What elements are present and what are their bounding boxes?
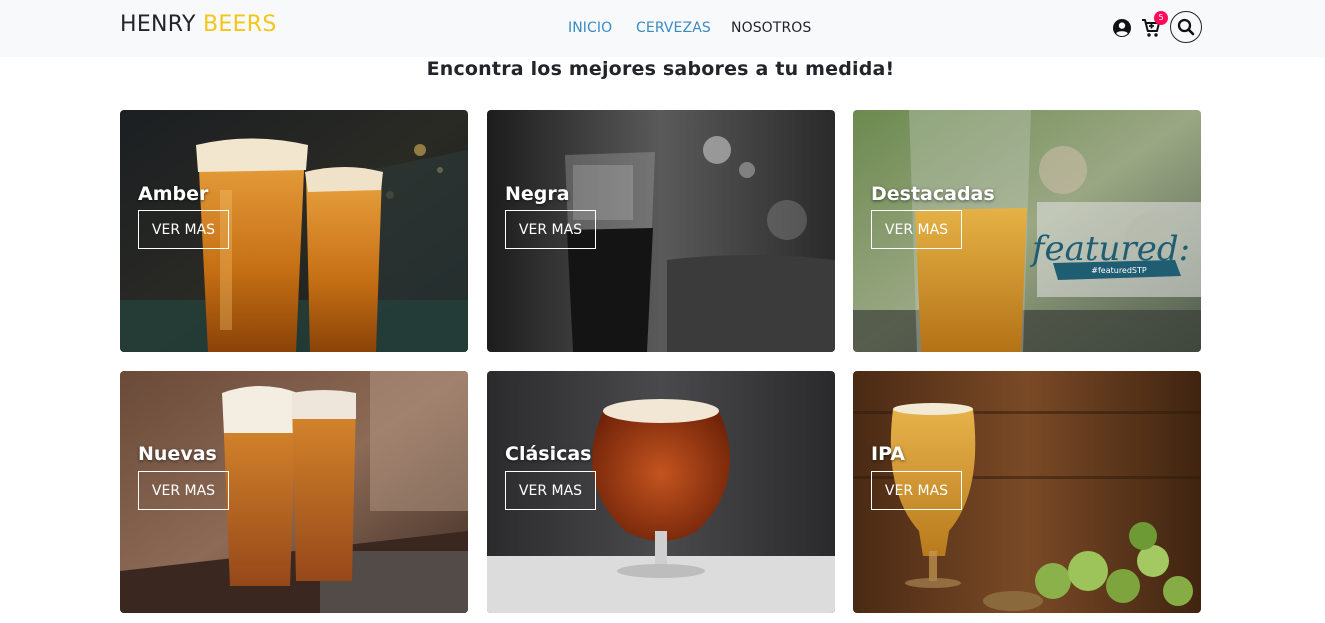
nav-link-cervezas[interactable]: CERVEZAS bbox=[636, 20, 711, 36]
card-title: Negra bbox=[505, 183, 570, 205]
category-card-negra[interactable]: Negra VER MAS bbox=[487, 110, 835, 352]
category-card-clasicas[interactable]: Clásicas VER MAS bbox=[487, 371, 835, 613]
user-circle-icon[interactable] bbox=[1112, 18, 1132, 38]
cart-count-badge: 5 bbox=[1154, 11, 1168, 25]
ver-mas-button[interactable]: VER MAS bbox=[505, 471, 596, 510]
search-button[interactable] bbox=[1170, 11, 1202, 43]
ver-mas-button[interactable]: VER MAS bbox=[871, 471, 962, 510]
ver-mas-button[interactable]: VER MAS bbox=[871, 210, 962, 249]
card-title: Amber bbox=[138, 183, 209, 205]
category-card-destacadas[interactable]: featured: #featuredSTP Destacadas VER MA… bbox=[853, 110, 1201, 352]
card-title: IPA bbox=[871, 443, 905, 465]
category-card-ipa[interactable]: IPA VER MAS bbox=[853, 371, 1201, 613]
nav-icons: 5 bbox=[1110, 11, 1202, 43]
nav-link-nosotros[interactable]: NOSOTROS bbox=[731, 20, 811, 36]
ver-mas-button[interactable]: VER MAS bbox=[138, 210, 229, 249]
brand-accent: BEERS bbox=[203, 12, 277, 37]
search-icon bbox=[1177, 18, 1195, 36]
category-card-amber[interactable]: Amber VER MAS bbox=[120, 110, 468, 352]
brand-logo[interactable]: HENRY BEERS bbox=[120, 12, 277, 37]
category-card-nuevas[interactable]: Nuevas VER MAS bbox=[120, 371, 468, 613]
category-grid: Amber VER MAS Negra VER MAS featured: #f… bbox=[120, 110, 1201, 613]
ver-mas-button[interactable]: VER MAS bbox=[138, 471, 229, 510]
page-subtitle: Encontra los mejores sabores a tu medida… bbox=[426, 58, 895, 80]
card-title: Clásicas bbox=[505, 443, 592, 465]
navbar: HENRY BEERS INICIO CERVEZAS NOSOTROS 5 bbox=[0, 0, 1325, 57]
featured-overlay-tag: #featuredSTP bbox=[1091, 266, 1147, 275]
card-title: Destacadas bbox=[871, 183, 995, 205]
nav-link-inicio[interactable]: INICIO bbox=[568, 20, 612, 36]
ver-mas-button[interactable]: VER MAS bbox=[505, 210, 596, 249]
card-title: Nuevas bbox=[138, 443, 217, 465]
brand-name: HENRY bbox=[120, 12, 196, 37]
